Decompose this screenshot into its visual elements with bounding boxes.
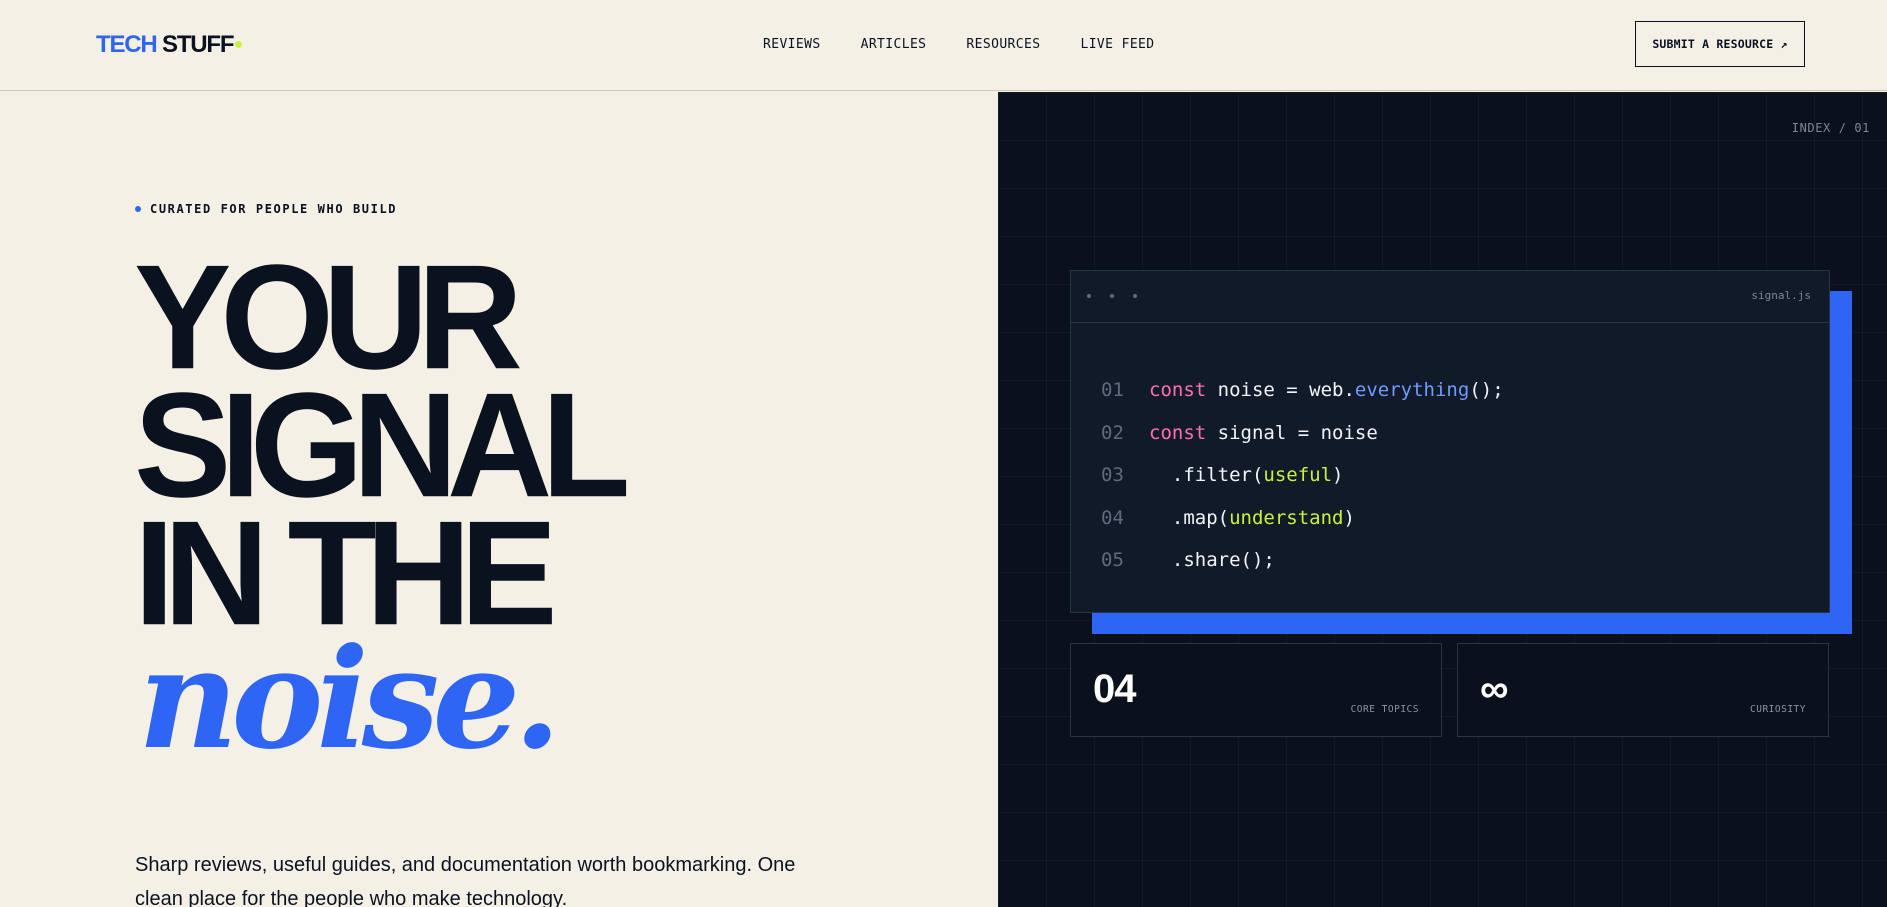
nav-link-live-feed[interactable]: LIVE FEED [1080, 37, 1154, 53]
stat-card-curiosity: ∞ CURIOSITY [1457, 643, 1829, 737]
logo-text-tech: TECH [96, 31, 158, 58]
code-token: understand [1229, 506, 1344, 529]
code-token: (); [1469, 379, 1504, 401]
nav-link-reviews[interactable]: REVIEWS [763, 37, 821, 53]
code-text: .filter(useful) [1149, 454, 1344, 497]
index-label: INDEX / 01 [1791, 121, 1870, 135]
stat-card-core-topics: 04 CORE TOPICS [1070, 643, 1442, 737]
code-token: useful [1263, 464, 1333, 486]
hero-eyebrow: CURATED FOR PEOPLE WHO BUILD [135, 202, 397, 216]
code-token: noise = web. [1206, 379, 1355, 401]
code-token: signal = noise [1206, 421, 1378, 444]
code-line: 05 .share(); [1101, 539, 1504, 582]
code-token: const [1149, 421, 1207, 444]
hero-description: Sharp reviews, useful guides, and docume… [135, 854, 796, 907]
code-text: .map(understand) [1149, 497, 1355, 540]
line-number: 02 [1101, 421, 1124, 444]
code-text: .share(); [1149, 539, 1275, 582]
stat-value: 04 [1093, 667, 1136, 711]
submit-resource-button[interactable]: SUBMIT A RESOURCE ↗ [1635, 21, 1805, 67]
nav-link-articles[interactable]: ARTICLES [861, 37, 927, 53]
eyebrow-text: CURATED FOR PEOPLE WHO BUILD [150, 202, 398, 216]
main-nav: REVIEWS ARTICLES RESOURCES LIVE FEED [763, 37, 1155, 53]
code-text: const signal = noise [1149, 412, 1378, 455]
code-token: const [1149, 379, 1207, 401]
code-window: signal.js 01 const noise = web.everything… [1070, 270, 1830, 613]
code-filename: signal.js [1751, 289, 1811, 302]
code-window-titlebar: signal.js [1071, 271, 1829, 323]
code-line: 02 const signal = noise [1101, 412, 1504, 455]
line-number: 05 [1101, 549, 1124, 571]
code-token: .map( [1149, 506, 1230, 529]
code-line: 04 .map(understand) [1101, 497, 1504, 540]
logo-dot-icon [235, 41, 243, 48]
window-dots-icon [1087, 294, 1137, 298]
logo-text-stuff: STUFF [162, 31, 235, 58]
nav-link-resources[interactable]: RESOURCES [966, 37, 1040, 53]
stat-label: CORE TOPICS [1350, 704, 1419, 715]
code-token: .share(); [1149, 549, 1275, 571]
logo[interactable]: TECH STUFF [96, 30, 243, 60]
code-text: const noise = web.everything(); [1149, 369, 1504, 412]
line-number: 01 [1101, 379, 1124, 401]
code-body: 01 const noise = web.everything(); 02 const… [1101, 369, 1504, 582]
line-number: 03 [1101, 464, 1124, 486]
line-number: 04 [1101, 506, 1124, 529]
hero-headline: YOUR SIGNAL IN THE noise. [134, 242, 631, 768]
code-token: .filter( [1149, 464, 1264, 486]
headline-line: IN THE [134, 489, 558, 656]
code-line: 01 const noise = web.everything(); [1101, 369, 1504, 412]
code-token: ) [1332, 464, 1344, 486]
code-token: ) [1343, 506, 1355, 529]
code-line: 03 .filter(useful) [1101, 454, 1504, 497]
code-token: everything [1354, 379, 1470, 401]
site-header: TECH STUFF REVIEWS ARTICLES RESOURCES LI… [0, 0, 1887, 91]
stat-value: ∞ [1480, 667, 1508, 711]
code-panel: INDEX / 01 signal.js 01 const noise = web… [998, 92, 1887, 907]
stat-label: CURIOSITY [1750, 704, 1806, 715]
eyebrow-bullet-icon [135, 206, 141, 212]
